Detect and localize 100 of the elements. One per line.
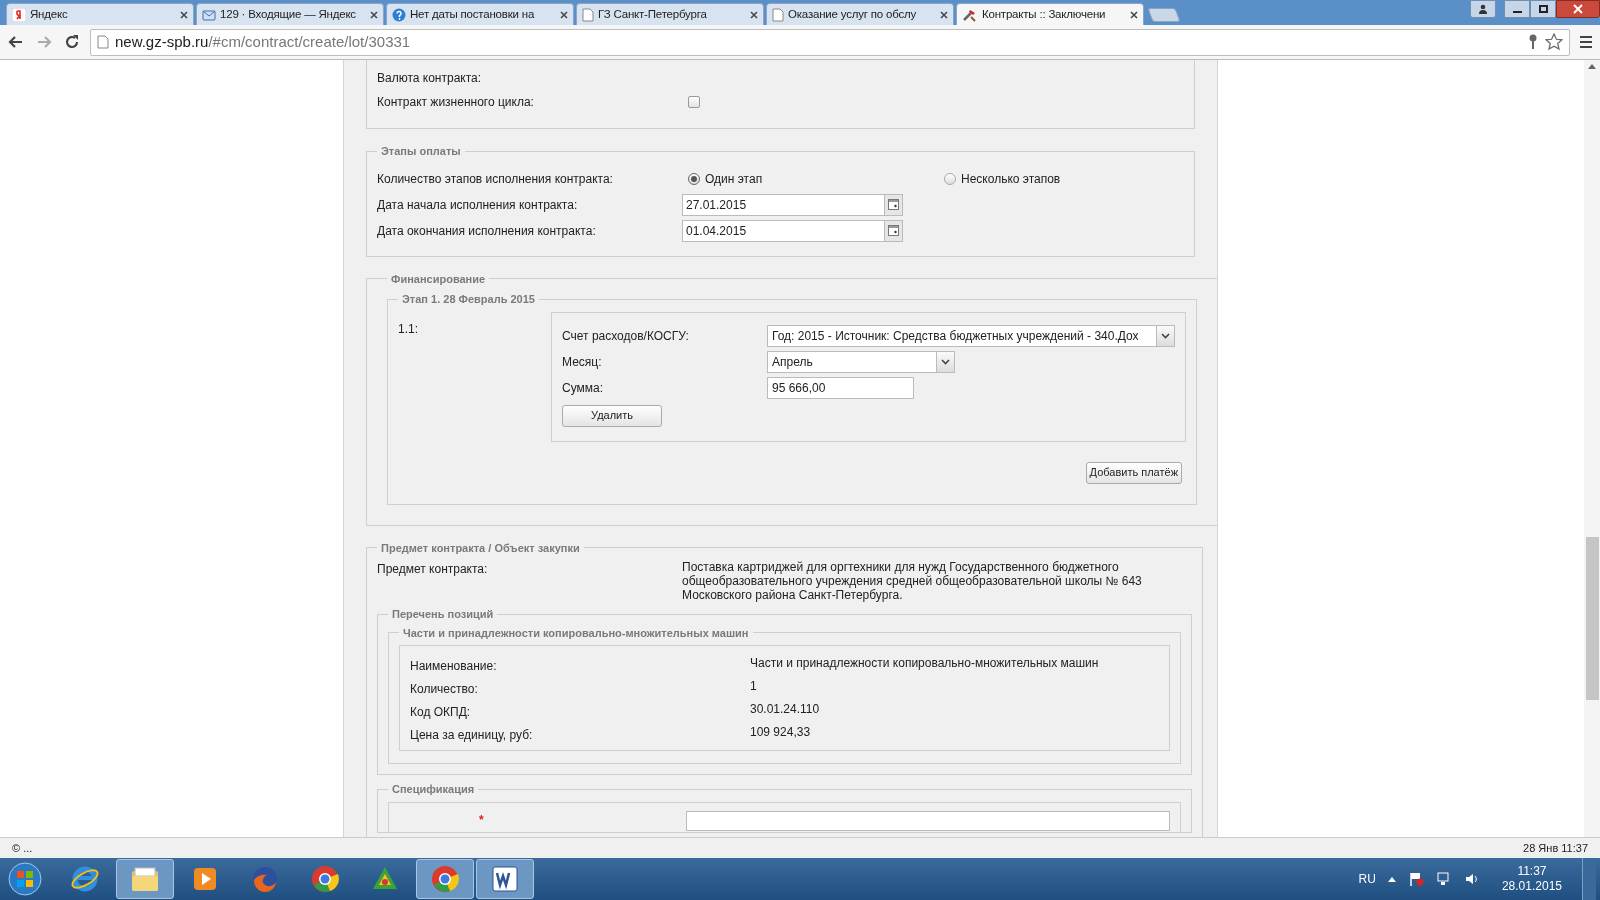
restore-button[interactable]	[1530, 0, 1556, 18]
tab-title: Яндекс	[30, 6, 69, 22]
address-bar[interactable]: new.gz-spb.ru/#cm/contract/create/lot/30331	[90, 28, 1570, 56]
chevron-up-icon[interactable]	[1387, 876, 1396, 882]
fieldset-legend: Финансирование	[387, 270, 490, 287]
close-window-button[interactable]	[1556, 0, 1600, 18]
clock[interactable]: 11:37 28.01.2015	[1501, 864, 1562, 894]
page-icon	[582, 7, 594, 22]
fieldset-legend: Предмет контракта / Объект закупки	[377, 539, 584, 556]
status-text: © ...	[12, 840, 33, 856]
fieldset-legend: Спецификация	[388, 781, 479, 798]
clock-time: 11:37	[1517, 864, 1547, 879]
tools-icon	[962, 7, 978, 22]
amount-field[interactable]: 95 666,00	[767, 376, 914, 399]
chevron-down-icon	[1161, 332, 1170, 339]
checkbox[interactable]	[688, 96, 700, 108]
page-icon	[97, 35, 109, 49]
delete-button[interactable]: Удалить	[562, 404, 662, 427]
date-field[interactable]: 27.01.2015	[682, 193, 903, 216]
taskbar-app-button[interactable]	[476, 859, 534, 899]
close-tab-icon[interactable]	[560, 10, 568, 19]
tab-title: Нет даты постановки на	[410, 6, 536, 22]
fieldset-legend: Этапы оплаты	[377, 143, 465, 160]
field-value: 1	[750, 678, 757, 695]
windows-logo-icon	[8, 862, 42, 896]
radio-label: Один этап	[705, 170, 763, 188]
field-value: Части и принадлежности копировально-множительных машин	[750, 655, 1099, 672]
close-tab-icon[interactable]	[940, 10, 948, 19]
field-label: Наименование:	[410, 658, 498, 673]
status-datetime: 28 Янв 11:37	[1523, 840, 1588, 856]
folder-icon	[130, 865, 160, 893]
close-tab-icon[interactable]	[180, 10, 188, 19]
close-tab-icon[interactable]	[750, 10, 758, 19]
scrollbar-thumb[interactable]	[1585, 537, 1599, 700]
key-icon[interactable]	[1527, 34, 1539, 50]
browser-tab[interactable]: Яндекс	[6, 3, 194, 25]
select-field[interactable]: Год: 2015 - Источник: Средства бюджетных учреждений - 340.Дох	[767, 324, 1175, 347]
field-label: Месяц:	[562, 353, 603, 371]
clock-date: 28.01.2015	[1501, 879, 1562, 894]
browser-tab[interactable]: 129 · Входящие — Яндекс	[196, 3, 384, 25]
dropdown-button[interactable]	[1156, 325, 1174, 346]
url-path: /#cm/contract/create/lot/30331	[208, 31, 411, 52]
fieldset-legend: Этап 1. 28 Февраль 2015	[398, 291, 539, 308]
media-player-icon	[191, 865, 219, 893]
browser-tab[interactable]: Контракты :: Заключени	[956, 3, 1144, 25]
close-tab-icon[interactable]	[1130, 10, 1138, 19]
field-value: 109 924,33	[750, 724, 811, 741]
field-label: Цена за единицу, руб:	[410, 727, 534, 742]
item-number: 1.1:	[398, 320, 419, 338]
field-label: Контракт жизненного цикла:	[377, 94, 535, 111]
calendar-button[interactable]	[884, 220, 902, 241]
menu-icon[interactable]	[1578, 35, 1594, 49]
flag-icon[interactable]	[1407, 871, 1424, 887]
firefox-icon	[250, 864, 280, 894]
user-icon[interactable]	[1470, 0, 1496, 18]
tab-title: Контракты :: Заключени	[982, 6, 1107, 22]
scrollbar[interactable]	[1584, 60, 1600, 837]
calendar-button[interactable]	[884, 194, 902, 215]
envelope-icon	[202, 7, 216, 22]
word-icon	[490, 864, 520, 894]
field-label: Предмет контракта:	[377, 561, 489, 578]
field-value: 30.01.24.110	[750, 701, 820, 718]
browser-tab[interactable]: ГЗ Санкт-Петербурга	[576, 3, 764, 25]
dropdown-button[interactable]	[936, 351, 954, 372]
field-label: Код ОКПД:	[410, 704, 472, 719]
add-payment-button[interactable]: Добавить платёж	[1085, 461, 1182, 484]
page-icon	[772, 7, 784, 22]
speaker-icon[interactable]	[1463, 871, 1480, 887]
help-icon	[392, 7, 406, 22]
yandex-icon	[12, 7, 26, 22]
browser-tab[interactable]: Оказание услуг по обслу	[766, 3, 954, 25]
required-mark: *	[479, 811, 485, 829]
calendar-icon	[888, 225, 899, 236]
radio-label: Несколько этапов	[961, 170, 1061, 188]
date-field[interactable]: 01.04.2015	[682, 219, 903, 242]
select-field[interactable]	[686, 810, 1170, 831]
browser-tab[interactable]: Нет даты постановки на	[386, 3, 574, 25]
select-field[interactable]: Апрель	[767, 350, 955, 373]
star-icon[interactable]	[1545, 33, 1563, 51]
field-label: Валюта контракта:	[377, 70, 483, 87]
network-icon[interactable]	[1435, 871, 1452, 887]
field-label: Количество:	[410, 681, 479, 696]
tab-title: ГЗ Санкт-Петербурга	[598, 6, 708, 22]
close-icon	[1573, 4, 1583, 14]
person-icon	[1478, 4, 1488, 14]
contract-subject-text: Поставка картриджей для оргтехники для нужд Государственного бюджетного общеобразовательного учреждения средней общеобразовательной школы № 643 Московского района Санкт-Петербурга.	[682, 560, 1143, 602]
url-host: new.gz-spb.ru	[115, 31, 209, 52]
scroll-up-icon[interactable]	[1588, 64, 1596, 69]
field-label: Дата окончания исполнения контракта:	[377, 222, 597, 240]
calendar-icon	[888, 199, 899, 210]
minimize-button[interactable]	[1504, 0, 1530, 18]
chrome-icon	[430, 864, 460, 894]
language-indicator[interactable]: RU	[1358, 870, 1376, 888]
fieldset-legend: Перечень позиций	[388, 606, 498, 623]
radio-button[interactable]	[944, 172, 956, 185]
tab-title: Оказание услуг по обслу	[788, 6, 918, 22]
field-label: Количество этапов исполнения контракта:	[377, 170, 614, 188]
radio-button[interactable]	[688, 172, 700, 185]
chrome-icon	[310, 864, 340, 894]
close-tab-icon[interactable]	[370, 10, 378, 19]
